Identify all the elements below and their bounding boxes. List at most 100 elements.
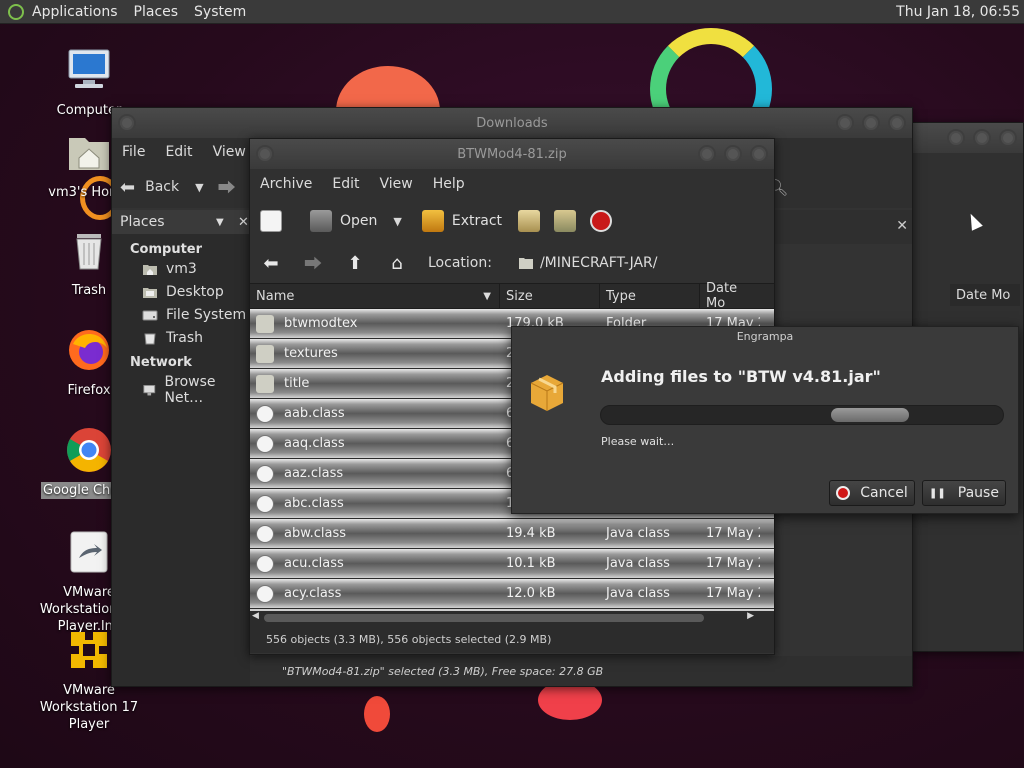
places-selector[interactable]: Places ▼ ✕ — [112, 210, 250, 234]
maximize-icon[interactable] — [862, 114, 880, 132]
add-folder-icon — [554, 210, 577, 232]
close-icon[interactable] — [750, 145, 768, 163]
column-size[interactable]: Size — [500, 284, 600, 308]
forward-arrow-icon[interactable]: ⮕ — [218, 174, 236, 200]
dialog-heading: Adding files to "BTW v4.81.jar" — [601, 367, 881, 386]
java-class-icon — [256, 434, 274, 453]
menu-system[interactable]: System — [186, 4, 254, 20]
table-row[interactable]: acy.class 12.0 kB Java class 17 May 20 — [250, 579, 774, 609]
close-sidebar-icon[interactable]: ✕ — [238, 215, 249, 230]
sidebar-item-filesystem[interactable]: File System — [112, 303, 250, 326]
close-icon[interactable] — [999, 129, 1017, 147]
archive-package-icon — [530, 375, 564, 411]
archive-titlebar[interactable]: BTWMod4-81.zip — [250, 139, 774, 169]
row-name-cell: abw.class — [250, 524, 500, 543]
row-name: acy.class — [284, 586, 342, 601]
menu-view[interactable]: View — [370, 176, 423, 192]
add-folder-button[interactable] — [554, 210, 584, 232]
maximize-icon[interactable] — [724, 145, 742, 163]
scroll-left-icon[interactable]: ◀ — [252, 611, 259, 621]
row-name-cell: acy.class — [250, 584, 500, 603]
stop-icon — [590, 210, 613, 232]
window-menu-icon[interactable] — [118, 114, 136, 132]
table-row[interactable]: abw.class 19.4 kB Java class 17 May 20 — [250, 519, 774, 549]
menu-help[interactable]: Help — [423, 176, 475, 192]
row-name-cell: btwmodtex — [250, 314, 500, 333]
new-archive-button[interactable] — [260, 210, 290, 232]
downloads-titlebar[interactable]: Downloads — [112, 108, 912, 138]
cancel-button[interactable]: Cancel — [829, 480, 915, 506]
computer-icon — [68, 49, 110, 88]
sidebar-item-browse-network[interactable]: Browse Net… — [112, 370, 250, 409]
folder-icon — [256, 344, 274, 363]
new-archive-icon — [260, 210, 282, 232]
scroll-right-icon[interactable]: ▶ — [747, 611, 754, 621]
forward-arrow-icon[interactable]: ⮕ — [302, 252, 324, 275]
maximize-icon[interactable] — [973, 129, 991, 147]
back-arrow-icon[interactable]: ⬅ — [260, 252, 282, 274]
downloads-title: Downloads — [476, 115, 548, 131]
table-row[interactable]: acu.class 10.1 kB Java class 17 May 20 — [250, 549, 774, 579]
column-name[interactable]: Name ▼ — [250, 284, 500, 308]
menu-edit[interactable]: Edit — [155, 144, 202, 160]
row-size: 10.1 kB — [506, 556, 556, 571]
menu-edit[interactable]: Edit — [322, 176, 369, 192]
file-list-header: Name ▼ Size Type Date Mo — [250, 281, 774, 311]
scroll-thumb[interactable] — [264, 614, 704, 622]
archive-toolbar: Open ▼ Extract — [250, 199, 774, 243]
progress-dialog[interactable]: Engrampa Adding files to "BTW v4.81.jar"… — [511, 326, 1019, 514]
mate-logo-icon[interactable] — [8, 3, 24, 20]
menu-places[interactable]: Places — [126, 4, 187, 20]
row-name: aab.class — [284, 406, 345, 421]
back-button[interactable]: Back — [145, 179, 179, 195]
home-icon[interactable]: ⌂ — [386, 252, 408, 274]
sidebar-item-desktop[interactable]: Desktop — [112, 280, 250, 303]
row-type: Java class — [606, 586, 670, 601]
menu-archive[interactable]: Archive — [250, 176, 322, 192]
downloads-date-column[interactable]: Date Mo — [950, 284, 1020, 306]
pause-icon: ❚❚ — [929, 487, 946, 499]
minimize-icon[interactable] — [947, 129, 965, 147]
close-pathbar-icon[interactable]: ✕ — [896, 218, 908, 234]
stop-button[interactable] — [590, 210, 620, 232]
dialog-message: Please wait… — [601, 435, 675, 448]
archive-menubar: Archive Edit View Help — [250, 169, 774, 199]
open-button[interactable]: Open — [310, 210, 377, 232]
clock[interactable]: Thu Jan 18, 06:55 — [896, 4, 1020, 20]
column-type[interactable]: Type — [600, 284, 700, 308]
sidebar-item-trash[interactable]: Trash — [112, 326, 250, 349]
chrome-icon — [67, 428, 111, 472]
row-name-cell: aaz.class — [250, 464, 500, 483]
up-arrow-icon[interactable]: ⬆ — [344, 252, 366, 274]
row-name: acu.class — [284, 556, 344, 571]
minimize-icon[interactable] — [836, 114, 854, 132]
drive-icon — [142, 310, 158, 321]
row-name: textures — [284, 346, 338, 361]
menu-view[interactable]: View — [203, 144, 256, 160]
back-arrow-icon[interactable]: ⬅ — [120, 177, 135, 198]
row-name-cell: acu.class — [250, 554, 500, 573]
horizontal-scrollbar[interactable]: ◀ ▶ — [250, 611, 774, 625]
wallpaper-dot-shape — [364, 696, 390, 732]
folder-icon — [256, 374, 274, 393]
row-name: aaz.class — [284, 466, 344, 481]
location-field[interactable]: /MINECRAFT-JAR/ — [518, 255, 658, 271]
column-date[interactable]: Date Mo — [700, 281, 758, 311]
menu-applications[interactable]: Applications — [24, 4, 126, 20]
menu-file[interactable]: File — [112, 144, 155, 160]
add-files-button[interactable] — [518, 210, 548, 232]
extract-button[interactable]: Extract — [421, 210, 502, 232]
java-class-icon — [256, 584, 274, 603]
minimize-icon[interactable] — [698, 145, 716, 163]
back-history-chevron-icon[interactable]: ▼ — [195, 181, 203, 194]
archive-statusbar: 556 objects (3.3 MB), 556 objects select… — [250, 625, 774, 653]
row-name: aaq.class — [284, 436, 345, 451]
row-type: Java class — [606, 556, 670, 571]
open-dropdown-chevron-icon[interactable]: ▼ — [393, 215, 401, 228]
row-size: 19.4 kB — [506, 526, 556, 541]
pause-button[interactable]: ❚❚ Pause — [922, 480, 1006, 506]
background-window-titlebar[interactable] — [913, 123, 1023, 153]
window-menu-icon[interactable] — [256, 145, 274, 163]
sidebar-item-vm3[interactable]: vm3 — [112, 257, 250, 280]
close-icon[interactable] — [888, 114, 906, 132]
